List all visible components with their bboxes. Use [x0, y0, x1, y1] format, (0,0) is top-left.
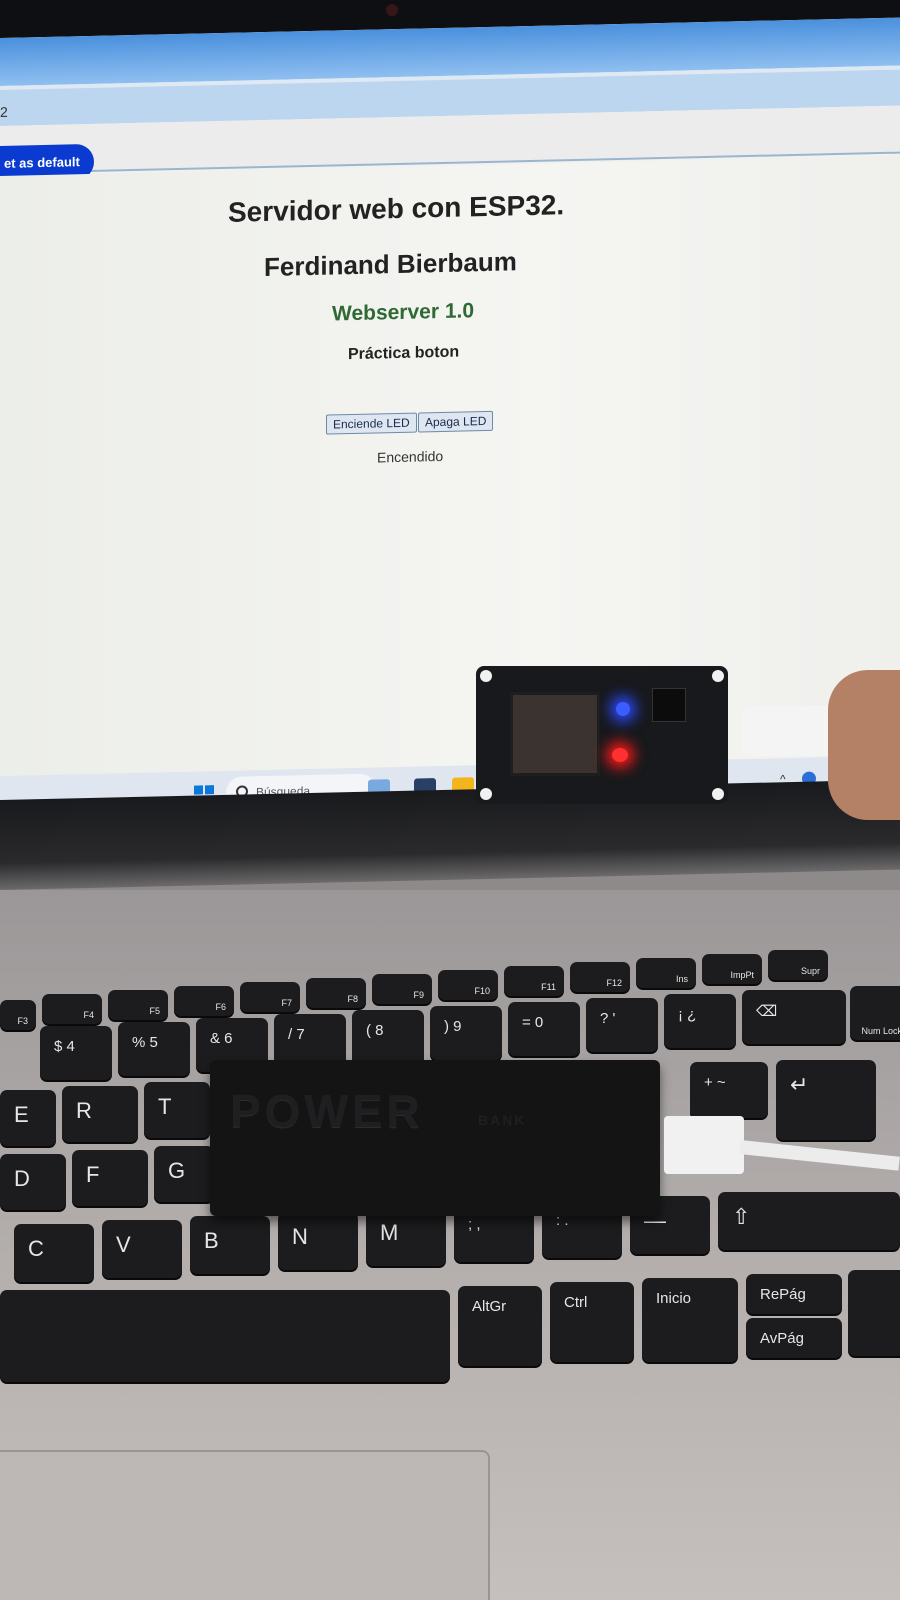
laptop-screen: 2 et as default Servidor web con ESP32. … — [0, 17, 900, 820]
power-bank-sub: BANK — [478, 1112, 527, 1128]
key-f7[interactable]: F7 — [240, 982, 300, 1012]
end-key[interactable] — [848, 1270, 900, 1356]
mounting-hole — [480, 670, 492, 682]
pagedown-key[interactable]: AvPág — [746, 1318, 842, 1358]
red-led — [612, 748, 628, 762]
ctrl-key[interactable]: Ctrl — [550, 1282, 634, 1362]
right-shift-key[interactable]: ⇧ — [718, 1192, 900, 1250]
key-g[interactable]: G — [154, 1146, 214, 1202]
address-text: 2 — [0, 103, 8, 120]
home-key[interactable]: Inicio — [642, 1278, 738, 1362]
led-on-button[interactable]: Enciende LED — [326, 412, 417, 435]
mounting-hole — [480, 788, 492, 800]
led-status-text: Encendido — [377, 447, 444, 466]
key-b[interactable]: B — [190, 1216, 270, 1274]
key-v[interactable]: V — [102, 1220, 182, 1278]
key-4[interactable]: $ 4 — [40, 1026, 112, 1080]
voltage-regulator — [652, 688, 686, 722]
key-8[interactable]: ( 8 — [352, 1010, 424, 1064]
hand-finger — [828, 670, 900, 820]
key-n[interactable]: N — [278, 1212, 358, 1270]
enter-key[interactable]: ↵ — [776, 1060, 876, 1140]
blue-led — [616, 702, 630, 716]
mounting-hole — [712, 788, 724, 800]
led-off-button[interactable]: Apaga LED — [418, 410, 494, 433]
power-bank-brand: POWER — [230, 1085, 424, 1137]
spacebar[interactable] — [0, 1290, 450, 1382]
key-m[interactable]: M — [366, 1208, 446, 1266]
key-f10[interactable]: F10 — [438, 970, 498, 1000]
esp32-module-chip — [510, 692, 600, 776]
key-9[interactable]: ) 9 — [430, 1006, 502, 1060]
key-5[interactable]: % 5 — [118, 1022, 190, 1076]
key-t[interactable]: T — [144, 1082, 210, 1138]
page-subtitle: Webserver 1.0 — [332, 299, 475, 326]
esp32-board — [476, 666, 728, 804]
key-ins[interactable]: Ins — [636, 958, 696, 988]
key-apostrophe[interactable]: ? ' — [586, 998, 658, 1052]
screen-bezel-bottom — [0, 779, 900, 890]
altgr-key[interactable]: AltGr — [458, 1286, 542, 1366]
key-f9[interactable]: F9 — [372, 974, 432, 1004]
backspace-key[interactable]: ⌫ — [742, 990, 846, 1044]
key-f6[interactable]: F6 — [174, 986, 234, 1016]
mounting-hole — [712, 670, 724, 682]
key-0[interactable]: = 0 — [508, 1002, 580, 1056]
pageup-key[interactable]: RePág — [746, 1274, 842, 1314]
key-d[interactable]: D — [0, 1154, 66, 1210]
page-heading: Práctica boton — [348, 343, 460, 364]
key-f12[interactable]: F12 — [570, 962, 630, 992]
trackpad[interactable] — [0, 1450, 490, 1600]
key-f3[interactable]: F3 — [0, 1000, 36, 1030]
key-imppt[interactable]: ImpPt — [702, 954, 762, 984]
key-f[interactable]: F — [72, 1150, 148, 1206]
key-f4[interactable]: F4 — [42, 994, 102, 1024]
usb-c-plug — [742, 706, 842, 756]
usb-plug — [664, 1116, 744, 1174]
key-f11[interactable]: F11 — [504, 966, 564, 996]
key-c[interactable]: C — [14, 1224, 94, 1282]
key-e[interactable]: E — [0, 1090, 56, 1146]
key-inverted-question[interactable]: ¡ ¿ — [664, 994, 736, 1048]
webcam — [386, 4, 398, 16]
key-r[interactable]: R — [62, 1086, 138, 1142]
key-plus[interactable]: + ~ — [690, 1062, 768, 1118]
key-supr[interactable]: Supr — [768, 950, 828, 980]
key-f8[interactable]: F8 — [306, 978, 366, 1008]
key-f5[interactable]: F5 — [108, 990, 168, 1020]
key-num-lock[interactable]: Num Lock — [850, 986, 900, 1040]
